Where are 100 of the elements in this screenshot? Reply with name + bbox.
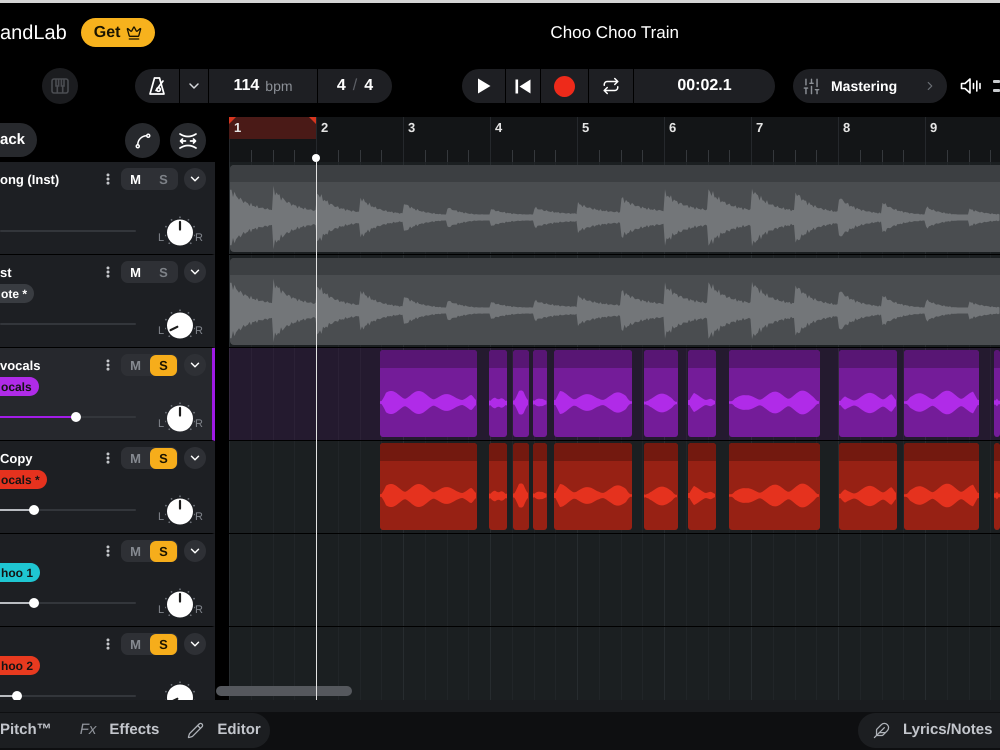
expand-button[interactable]	[184, 168, 206, 190]
clip-header	[994, 350, 1000, 368]
waveform-drawing	[533, 491, 547, 500]
play-icon	[476, 78, 490, 94]
audio-clip[interactable]	[994, 350, 1000, 437]
curve-tool-button[interactable]	[125, 123, 160, 158]
mastering-button[interactable]: Mastering	[793, 69, 947, 103]
audio-clip[interactable]	[839, 443, 897, 530]
mute-button[interactable]: M	[121, 355, 150, 375]
mute-button[interactable]: M	[121, 634, 150, 654]
horizontal-scrollbar[interactable]	[216, 686, 352, 696]
audio-clip[interactable]	[994, 443, 1000, 530]
pan-knob[interactable]	[165, 308, 195, 340]
track-tag[interactable]: hoo 2	[0, 656, 40, 675]
expand-button[interactable]	[184, 447, 206, 469]
volume-slider[interactable]	[0, 598, 136, 608]
clip-header	[513, 350, 529, 368]
tool-button[interactable]: Fx Effects	[80, 719, 160, 742]
audio-clip[interactable]	[489, 350, 507, 437]
expand-button[interactable]	[184, 633, 206, 655]
expand-button[interactable]	[184, 540, 206, 562]
pan-knob[interactable]	[165, 216, 195, 246]
pan-label: L	[158, 419, 165, 430]
clip-header	[994, 443, 1000, 461]
audio-clip[interactable]	[688, 443, 716, 530]
track-tag[interactable]: ocals	[0, 377, 39, 396]
volume-thumb[interactable]	[29, 505, 39, 515]
waveform-drawing	[839, 484, 897, 506]
mute-button[interactable]: M	[121, 448, 150, 468]
audio-clip[interactable]	[729, 350, 820, 437]
audio-clip[interactable]	[904, 443, 979, 530]
bar-number: 7	[756, 121, 764, 134]
waveform-drawing	[839, 392, 897, 414]
track-name: ong (Inst)	[0, 172, 60, 186]
audio-clip[interactable]	[644, 443, 678, 530]
audio-clip[interactable]	[904, 350, 979, 437]
mute-button[interactable]: M	[121, 169, 150, 189]
audio-clip[interactable]	[729, 443, 820, 530]
playhead[interactable]	[312, 154, 320, 700]
pan-label: L	[158, 605, 165, 616]
audio-clip[interactable]	[380, 350, 477, 437]
audio-clip[interactable]	[533, 443, 547, 530]
track-header[interactable]: ong (Inst) M S L R	[0, 162, 215, 255]
volume-thumb[interactable]	[71, 412, 82, 422]
time-signature-field[interactable]: 4 / 4	[318, 69, 392, 103]
waveform-drawing	[644, 392, 678, 412]
clip-header	[489, 350, 507, 368]
volume-icon[interactable]	[960, 77, 982, 95]
track-tag[interactable]: ote *	[0, 284, 34, 303]
mute-button[interactable]: M	[121, 262, 150, 282]
track-header[interactable]: st M S ote * L R	[0, 255, 215, 348]
volume-slider[interactable]	[0, 412, 136, 422]
loop-marker-icon[interactable]	[229, 117, 236, 124]
tempo-field[interactable]: 114 bpm	[209, 69, 317, 103]
track-header[interactable]: M S hoo 1 L R	[0, 534, 215, 627]
track-tag[interactable]: hoo 1	[0, 563, 40, 582]
volume-thumb[interactable]	[29, 598, 39, 608]
audio-clip[interactable]	[839, 350, 897, 437]
loop-region[interactable]	[229, 117, 316, 139]
pan-label: L	[158, 233, 165, 244]
logo-text: andLab	[0, 22, 67, 42]
lyrics-notes-button[interactable]: Lyrics/Notes	[858, 713, 1000, 748]
track-header[interactable]: M S hoo 2	[0, 627, 215, 700]
pan-knob[interactable]	[165, 402, 195, 432]
audio-clip[interactable]	[380, 443, 477, 530]
expand-button[interactable]	[184, 354, 206, 376]
track-button[interactable]: ack	[0, 123, 37, 157]
expand-button[interactable]	[184, 261, 206, 283]
audio-clip[interactable]	[533, 350, 547, 437]
audio-clip[interactable]	[554, 350, 632, 437]
clip-header	[533, 350, 547, 368]
metronome-icon	[147, 76, 167, 96]
tool-button[interactable]: Pitch™	[0, 719, 52, 742]
pan-label: L	[158, 512, 165, 523]
clip-header	[688, 443, 716, 461]
bar-number: 9	[930, 121, 938, 134]
audio-clip[interactable]	[513, 350, 529, 437]
track-tag[interactable]: ocals *	[0, 470, 47, 489]
volume-thumb[interactable]	[12, 691, 22, 700]
audio-clip[interactable]	[688, 350, 716, 437]
pan-knob[interactable]	[165, 494, 195, 526]
audio-clip[interactable]	[644, 350, 678, 437]
audio-clip[interactable]	[513, 443, 529, 530]
volume-slider[interactable]	[0, 505, 136, 515]
track-header[interactable]: Copy M S ocals * L R	[0, 441, 215, 534]
tool-button[interactable]: Editor	[187, 719, 261, 742]
loop-marker-icon[interactable]	[309, 117, 316, 124]
audio-clip[interactable]	[489, 443, 507, 530]
get-button[interactable]: Get	[80, 18, 156, 47]
solo-button[interactable]: S	[150, 354, 177, 376]
solo-button[interactable]: S	[150, 634, 177, 654]
pan-knob[interactable]	[165, 588, 195, 618]
pan-label: R	[195, 326, 202, 337]
track-header[interactable]: vocals M S ocals L R	[0, 348, 215, 441]
mute-button[interactable]: M	[121, 541, 150, 561]
audio-clip[interactable]	[554, 443, 632, 530]
fit-button[interactable]	[170, 123, 206, 158]
bars-icon[interactable]	[993, 77, 1000, 95]
solo-button[interactable]: S	[150, 448, 177, 468]
solo-button[interactable]: S	[150, 540, 177, 562]
